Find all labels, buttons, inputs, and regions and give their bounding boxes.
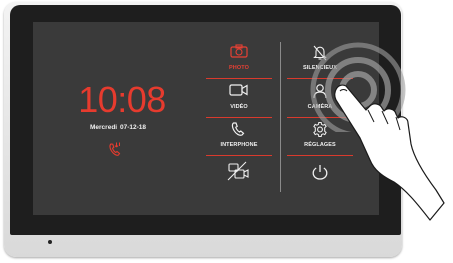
menu-divider [280, 42, 281, 192]
video-off-icon [227, 161, 249, 181]
interphone-label: INTERPHONE [220, 142, 258, 148]
status-led [48, 240, 52, 244]
separator-line [206, 155, 272, 156]
photo-button[interactable]: PHOTO [206, 42, 272, 79]
clock-time: 10:08 [78, 79, 166, 120]
date-label: 07-12-18 [120, 124, 147, 131]
video-camera-icon [229, 84, 248, 96]
stage: 10:08 Mercredi 07-12-18 PHOTO VIDÉO INTE… [0, 0, 453, 263]
separator-line [206, 78, 272, 79]
video-label: VIDÉO [230, 104, 248, 110]
interphone-button[interactable]: INTERPHONE [206, 119, 272, 156]
day-label: Mercredi [90, 124, 118, 131]
video-button[interactable]: VIDÉO [206, 81, 272, 118]
camera-icon [230, 44, 248, 58]
missed-call-icon[interactable] [108, 141, 122, 157]
video-off-button[interactable] [206, 158, 272, 192]
photo-label: PHOTO [229, 65, 249, 71]
phone-icon [231, 122, 245, 136]
pointing-hand-illustration [334, 84, 445, 221]
separator-line [206, 117, 272, 118]
